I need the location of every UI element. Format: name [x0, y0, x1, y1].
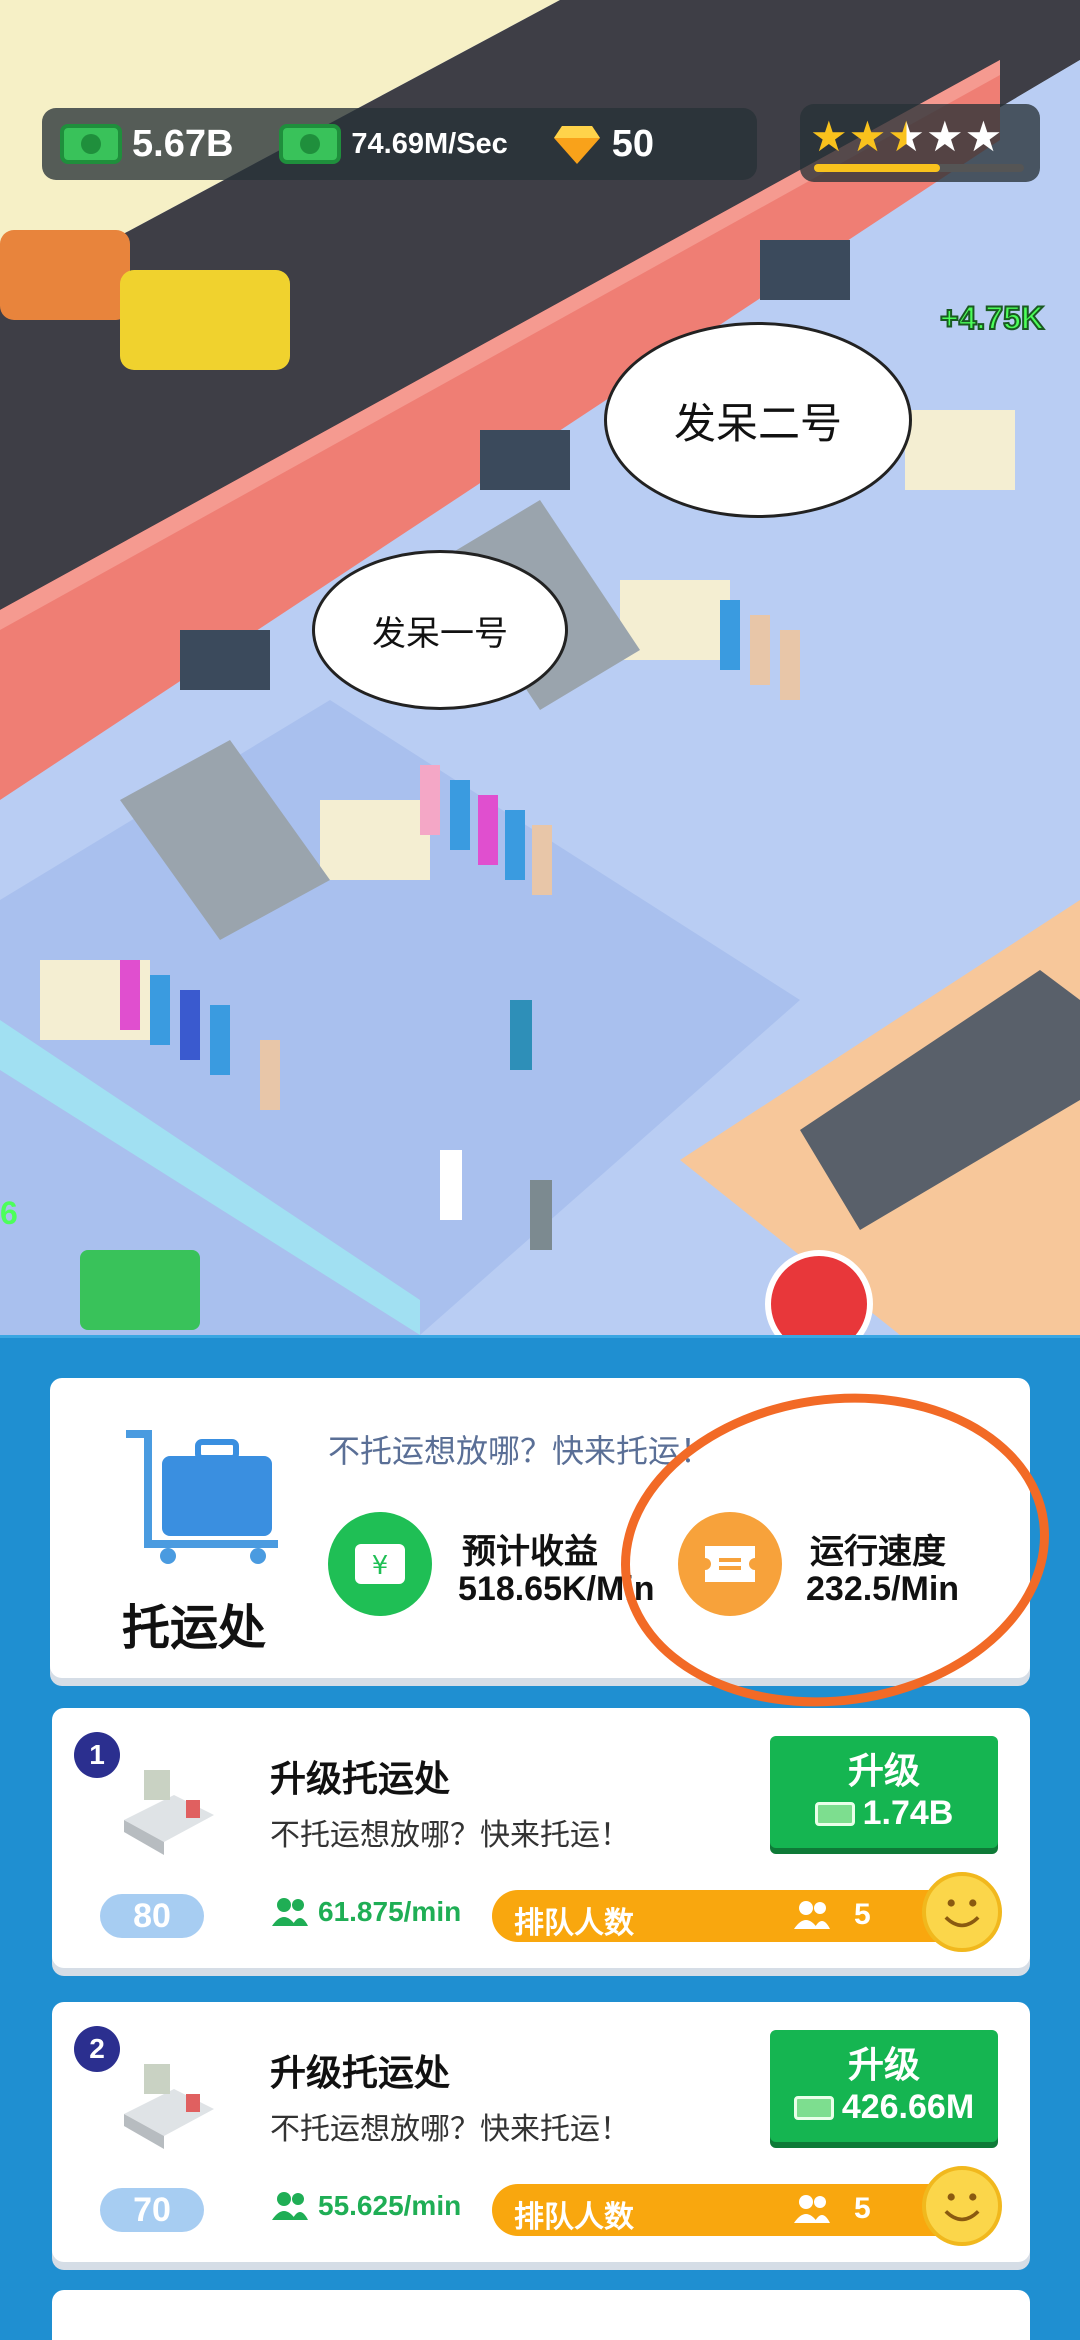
level-badge: 80: [100, 1894, 204, 1938]
speech-bubble-1: 发呆一号: [312, 550, 568, 710]
cash-amount: 5.67B: [132, 122, 234, 165]
star-progress-bar: [814, 164, 1024, 172]
smiley-icon: [922, 1872, 1002, 1952]
income-rate-display: 74.69M/Sec: [279, 124, 508, 164]
cash-icon: [814, 1801, 855, 1826]
cash-icon: [60, 124, 122, 164]
queue-count: 5: [854, 2192, 871, 2225]
gem-display[interactable]: 50: [553, 122, 655, 166]
star-rating[interactable]: ★★★★★: [800, 104, 1040, 182]
upgrade-button-label: 升级: [847, 1750, 920, 1791]
game-scene[interactable]: 5.67B 74.69M/Sec 50 ★★★★★ +4.75K 6 发呆二号 …: [0, 0, 1080, 1335]
people-icon: [272, 2192, 308, 2220]
side-number: 6: [0, 1195, 18, 1231]
star-icon: ★: [964, 113, 1004, 160]
upgrade-button[interactable]: 升级 426.66M: [770, 2030, 998, 2142]
rate-value: 55.625/min: [318, 2190, 462, 2221]
upgrade-button[interactable]: 升级 1.74B: [770, 1736, 998, 1848]
income-label: 预计收益: [462, 1533, 598, 1571]
upgrade-title: 升级托运处: [270, 2052, 451, 2093]
queue-count-display: 5: [792, 2192, 871, 2226]
speech-bubble-2: 发呆二号: [604, 322, 912, 518]
station-title: 托运处: [122, 1602, 267, 1655]
cash-display: 5.67B: [60, 123, 233, 166]
upgrade-cost: 426.66M: [841, 2088, 975, 2126]
gem-icon: [553, 126, 600, 164]
people-icon: [794, 1901, 830, 1929]
queue-count: 5: [854, 1898, 871, 1931]
yen-icon: ¥: [355, 1544, 405, 1584]
cash-icon: [793, 2095, 834, 2120]
queue-label: 排队人数: [514, 1907, 634, 1940]
star-icon: ★: [810, 113, 849, 160]
income-stat-icon: ¥: [328, 1512, 432, 1616]
upgrade-title: 升级托运处: [270, 1758, 451, 1799]
income-popup: +4.75K: [939, 299, 1045, 337]
gem-count: 50: [611, 122, 655, 165]
star-progress-fill: [814, 164, 940, 172]
queue-label: 排队人数: [514, 2201, 634, 2234]
luggage-cart-icon: [126, 1430, 278, 1564]
rate-display: 55.625/min: [270, 2190, 461, 2222]
upgrade-card-partial: [52, 2290, 1030, 2340]
upgrade-card: 2 升级托运处 不托运想放哪？快来托运！ 升级 426.66M 70 55.62…: [52, 2002, 1030, 2262]
queue-bar: 排队人数 5: [492, 2184, 984, 2236]
rate-value: 61.875/min: [318, 1896, 462, 1927]
svg-text:¥: ¥: [372, 1551, 389, 1581]
people-icon: [794, 2195, 830, 2223]
star-half-icon: ★: [887, 113, 926, 160]
upgrade-cost: 1.74B: [862, 1794, 954, 1832]
resource-bar: 5.67B 74.69M/Sec 50: [42, 108, 757, 180]
queue-bar: 排队人数 5: [492, 1890, 984, 1942]
level-badge: 70: [100, 2188, 204, 2232]
cash-icon: [279, 124, 342, 164]
upgrade-description: 不托运想放哪？快来托运！: [270, 2113, 630, 2146]
people-icon: [272, 1898, 308, 1926]
checkin-counter-icon: [124, 1770, 214, 1855]
star-icon: ★: [925, 113, 965, 160]
checkin-counter-icon: [124, 2064, 214, 2149]
stars-row: ★★★★★: [810, 112, 1003, 161]
rate-display: 61.875/min: [270, 1896, 461, 1928]
upgrade-card: 1 升级托运处 不托运想放哪？快来托运！ 升级 1.74B 80 61.875/…: [52, 1708, 1030, 1968]
income-rate: 74.69M/Sec: [351, 127, 508, 160]
station-description: 不托运想放哪？快来托运！: [328, 1433, 713, 1469]
upgrade-description: 不托运想放哪？快来托运！: [270, 1819, 630, 1852]
upgrade-button-label: 升级: [847, 2044, 920, 2085]
star-icon: ★: [848, 113, 888, 160]
smiley-icon: [922, 2166, 1002, 2246]
queue-count-display: 5: [792, 1898, 871, 1932]
